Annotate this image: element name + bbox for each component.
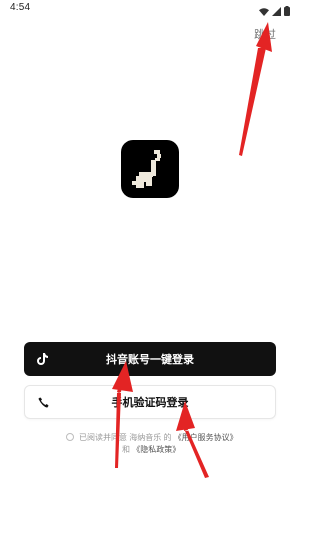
phone-login-button[interactable]: 手机验证码登录 bbox=[24, 385, 276, 419]
phone-login-label: 手机验证码登录 bbox=[111, 397, 189, 409]
agreement-text-line1: 已阅读并同意 海纳音乐 的 《用户服务协议》 bbox=[79, 432, 238, 443]
phone-icon bbox=[37, 396, 49, 408]
signal-icon bbox=[272, 3, 281, 21]
douyin-login-button[interactable]: 抖音账号一键登录 bbox=[24, 342, 276, 376]
skip-button[interactable]: 跳过 bbox=[254, 26, 276, 42]
status-icons bbox=[259, 3, 290, 21]
status-time: 4:54 bbox=[10, 2, 31, 13]
battery-icon bbox=[284, 3, 290, 21]
status-bar: 4:54 bbox=[0, 0, 300, 18]
douyin-icon bbox=[36, 353, 48, 365]
annotation-arrow-skip bbox=[239, 22, 268, 156]
agreement-prefix: 已阅读并同意 海纳音乐 的 bbox=[79, 433, 172, 442]
agreement-checkbox[interactable] bbox=[66, 433, 74, 441]
douyin-login-label: 抖音账号一键登录 bbox=[106, 354, 194, 366]
agreement-text-line2: 和 《隐私政策》 bbox=[122, 444, 180, 455]
privacy-policy-link[interactable]: 《隐私政策》 bbox=[132, 445, 180, 454]
app-logo bbox=[121, 140, 179, 198]
music-note-key-icon bbox=[132, 150, 161, 188]
wifi-icon bbox=[259, 3, 269, 21]
agreement-conjunction: 和 bbox=[122, 445, 130, 454]
user-service-agreement-link[interactable]: 《用户服务协议》 bbox=[174, 433, 238, 442]
